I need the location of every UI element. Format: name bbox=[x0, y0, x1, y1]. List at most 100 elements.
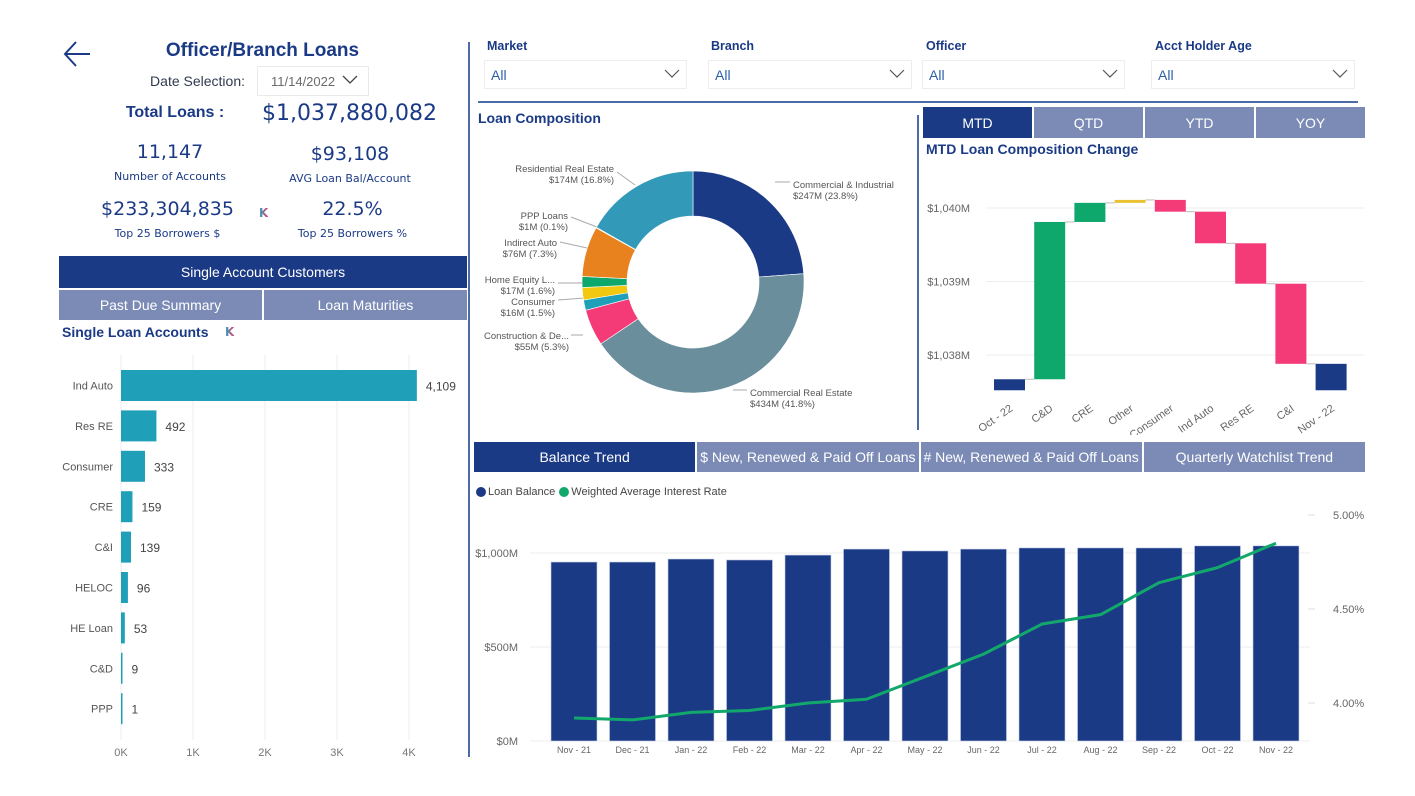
slice-name-label: Residential Real Estate bbox=[515, 164, 614, 175]
tab-dollar-new-renewed-paid-off[interactable]: $ New, Renewed & Paid Off Loans bbox=[697, 442, 919, 472]
loan-maturities-button[interactable]: Loan Maturities bbox=[264, 290, 467, 320]
single-account-customers-button[interactable]: Single Account Customers bbox=[59, 256, 467, 288]
x-tick-label: Jul - 22 bbox=[1027, 745, 1057, 755]
slice-name-label: Commercial Real Estate bbox=[750, 388, 852, 399]
slice-name-label: Construction & De... bbox=[484, 331, 569, 342]
y-left-tick-label: $1,000M bbox=[475, 548, 518, 560]
acct-holder-age-filter-dropdown[interactable]: All bbox=[1151, 60, 1355, 89]
leader-line bbox=[557, 297, 586, 301]
avg-loan-balance-value: $93,108 bbox=[310, 143, 390, 165]
leader-line bbox=[570, 216, 598, 228]
x-tick-label: C&I bbox=[1275, 403, 1297, 423]
bar bbox=[121, 652, 123, 684]
top25-borrowers-amount-value: $233,304,835 bbox=[101, 198, 234, 220]
k-logo-icon[interactable]: K bbox=[259, 207, 271, 219]
waterfall-bar bbox=[1154, 199, 1186, 212]
slice-name-label: Indirect Auto bbox=[504, 238, 557, 249]
tab-balance-trend[interactable]: Balance Trend bbox=[474, 442, 696, 472]
branch-filter-dropdown[interactable]: All bbox=[708, 60, 912, 89]
x-tick-label: Nov - 21 bbox=[557, 745, 591, 755]
number-of-accounts-value: 11,147 bbox=[136, 141, 204, 163]
date-selection-dropdown[interactable]: 11/14/2022 bbox=[257, 66, 369, 96]
date-value: 11/14/2022 bbox=[271, 73, 336, 89]
tab-quarterly-watchlist-trend[interactable]: Quarterly Watchlist Trend bbox=[1143, 442, 1365, 472]
chevron-down-icon bbox=[1332, 69, 1348, 78]
data-label: 4,109 bbox=[426, 380, 456, 394]
balance-bar bbox=[1077, 547, 1124, 742]
waterfall-bar bbox=[1195, 211, 1226, 244]
category-label: CRE bbox=[90, 502, 113, 514]
x-tick-label: Jan - 22 bbox=[675, 745, 708, 755]
category-label: HELOC bbox=[75, 583, 113, 595]
x-tick-label: May - 22 bbox=[907, 745, 942, 755]
waterfall-bar bbox=[1275, 283, 1307, 364]
balance-bar bbox=[726, 559, 773, 742]
x-tick-label: 1K bbox=[186, 747, 200, 759]
market-filter-value: All bbox=[491, 66, 507, 83]
x-tick-label: Sep - 22 bbox=[1142, 745, 1176, 755]
bar bbox=[121, 531, 132, 563]
slice-name-label: Commercial & Industrial bbox=[793, 180, 894, 191]
k-logo-icon[interactable]: K bbox=[225, 326, 237, 338]
x-tick-label: Other bbox=[1106, 402, 1136, 428]
loan-composition-donut-chart: Commercial & Industrial$247M (23.8%) Comm… bbox=[484, 164, 894, 410]
tab-yoy[interactable]: YOY bbox=[1256, 107, 1365, 138]
legend-item-loan-balance[interactable]: Loan Balance bbox=[476, 486, 555, 498]
chevron-down-icon bbox=[342, 75, 358, 84]
branch-filter-value: All bbox=[715, 66, 731, 83]
balance-bar bbox=[609, 561, 656, 742]
tab-ytd[interactable]: YTD bbox=[1145, 107, 1254, 138]
x-tick-label: Oct - 22 bbox=[976, 403, 1015, 435]
market-filter-dropdown[interactable]: All bbox=[484, 60, 687, 89]
acct-holder-age-filter-value: All bbox=[1158, 66, 1174, 83]
officer-filter-dropdown[interactable]: All bbox=[922, 60, 1125, 89]
back-button[interactable] bbox=[60, 38, 94, 70]
leader-line bbox=[616, 171, 636, 186]
slice-value-label: $247M (23.8%) bbox=[793, 191, 858, 202]
single-loan-accounts-chart: 0K 1K 2K 3K 4K Ind Auto 4,109 Res RE 492 Consumer… bbox=[62, 355, 456, 759]
bar bbox=[121, 370, 417, 401]
tab-qtd[interactable]: QTD bbox=[1034, 107, 1143, 138]
acct-holder-age-filter-label: Acct Holder Age bbox=[1155, 39, 1252, 53]
category-label: C&D bbox=[90, 663, 113, 675]
slice-value-label: $16M (1.5%) bbox=[501, 308, 555, 319]
x-tick-label: Res RE bbox=[1218, 403, 1256, 435]
legend-dot-icon bbox=[559, 487, 570, 497]
total-loans-value: $1,037,880,082 bbox=[262, 101, 437, 126]
single-loan-accounts-title: Single Loan Accounts bbox=[62, 324, 209, 340]
data-label: 139 bbox=[140, 541, 160, 555]
balance-bar bbox=[843, 548, 890, 742]
legend-item-interest-rate[interactable]: Weighted Average Interest Rate bbox=[559, 486, 727, 498]
bar bbox=[121, 693, 123, 725]
bar bbox=[121, 491, 133, 523]
past-due-summary-button[interactable]: Past Due Summary bbox=[59, 290, 262, 320]
tab-mtd[interactable]: MTD bbox=[923, 107, 1032, 138]
balance-bar bbox=[550, 561, 598, 742]
x-tick-label: 3K bbox=[330, 747, 344, 759]
data-label: 96 bbox=[137, 582, 151, 596]
x-tick-label: CRE bbox=[1070, 403, 1096, 426]
total-loans-label: Total Loans : bbox=[125, 104, 225, 121]
x-tick-label: Aug - 22 bbox=[1083, 745, 1117, 755]
y-right-tick-label: 4.00% bbox=[1333, 698, 1364, 710]
chevron-down-icon bbox=[1102, 69, 1118, 78]
balance-bar bbox=[1252, 545, 1300, 742]
x-tick-label: Dec - 21 bbox=[615, 745, 649, 755]
bar bbox=[121, 410, 157, 442]
slice-value-label: $55M (5.3%) bbox=[515, 342, 569, 353]
data-label: 333 bbox=[154, 460, 174, 474]
x-tick-label: Jun - 22 bbox=[967, 745, 1000, 755]
slice-value-label: $1M (0.1%) bbox=[519, 222, 568, 233]
top25-borrowers-amount-label: Top 25 Borrowers $ bbox=[114, 227, 221, 240]
slice-name-label: Home Equity L... bbox=[485, 275, 555, 286]
x-tick-label: Feb - 22 bbox=[733, 745, 767, 755]
legend-dot-icon bbox=[476, 487, 486, 497]
tab-count-new-renewed-paid-off[interactable]: # New, Renewed & Paid Off Loans bbox=[920, 442, 1142, 472]
legend-label: Loan Balance bbox=[488, 486, 556, 498]
data-label: 492 bbox=[165, 420, 185, 434]
y-tick-label: $1,039M bbox=[927, 277, 970, 289]
legend-label: Weighted Average Interest Rate bbox=[571, 486, 727, 498]
x-tick-label: Nov - 22 bbox=[1296, 403, 1337, 435]
x-tick-label: C&D bbox=[1030, 403, 1056, 426]
y-right-tick-label: 5.00% bbox=[1333, 510, 1364, 522]
